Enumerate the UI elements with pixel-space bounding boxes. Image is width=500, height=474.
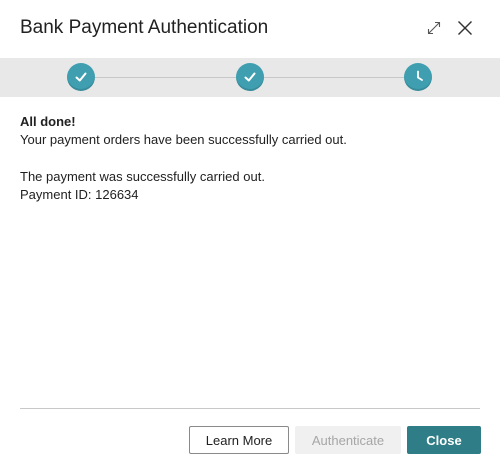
completion-message: Your payment orders have been successful… [20, 132, 347, 147]
step-3-pending [404, 63, 432, 91]
step-2-completed [236, 63, 264, 91]
expand-icon [427, 21, 441, 35]
completion-heading: All done! [20, 114, 76, 129]
close-dialog-button[interactable] [451, 14, 479, 42]
step-1-completed [67, 63, 95, 91]
learn-more-button[interactable]: Learn More [189, 426, 289, 454]
footer-divider [20, 408, 480, 409]
payment-status-text: The payment was successfully carried out… [20, 169, 265, 184]
dialog-title: Bank Payment Authentication [20, 17, 269, 38]
close-button[interactable]: Close [407, 426, 481, 454]
progress-stepper [0, 58, 500, 97]
close-icon [458, 21, 472, 35]
step-connector [95, 77, 236, 78]
authenticate-button: Authenticate [295, 426, 401, 454]
dialog-content: All done! Your payment orders have been … [20, 113, 480, 204]
expand-button[interactable] [420, 14, 448, 42]
payment-id-text: Payment ID: 126634 [20, 187, 139, 202]
bank-payment-authentication-dialog: Bank Payment Authentication All done! Yo… [0, 0, 500, 474]
step-connector [264, 77, 404, 78]
clock-icon [417, 70, 423, 81]
checkmark-icon [244, 72, 256, 82]
checkmark-icon [75, 72, 87, 82]
